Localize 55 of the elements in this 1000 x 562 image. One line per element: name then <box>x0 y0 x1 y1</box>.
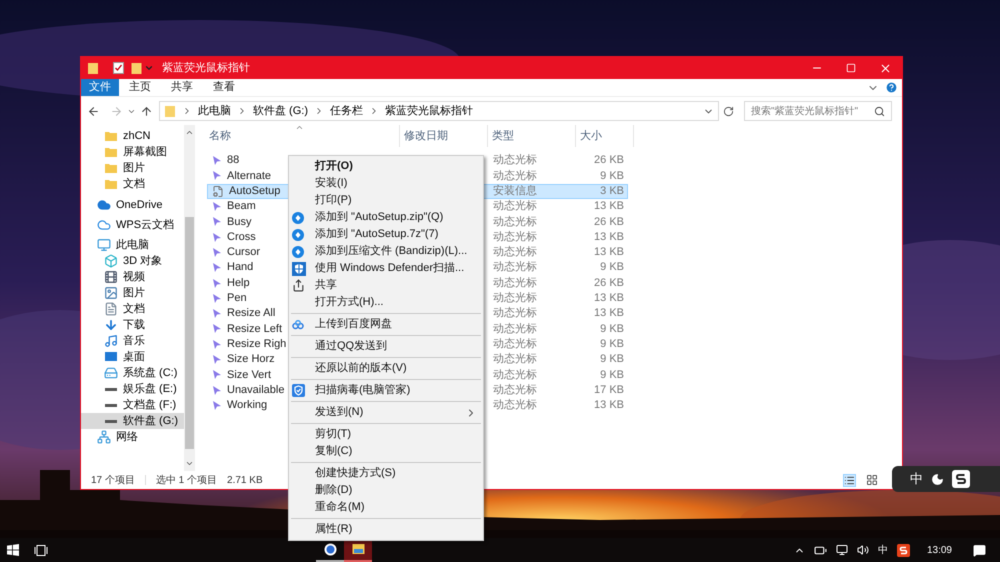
file-size: 13 KB <box>593 199 624 214</box>
file-size: 9 KB <box>599 260 624 276</box>
file-size: 9 KB <box>599 352 624 368</box>
file-name: Beam <box>227 199 256 214</box>
file-type: 动态光标 <box>493 214 538 230</box>
file-size: 9 KB <box>599 336 624 352</box>
file-name: Resize Righ <box>227 336 286 352</box>
file-type: 动态光标 <box>493 290 538 306</box>
file-size: 9 KB <box>599 168 624 184</box>
file-type: 动态光标 <box>493 152 538 168</box>
file-size: 26 KB <box>593 153 624 168</box>
file-size: 13 KB <box>593 306 624 322</box>
file-name: Alternate <box>227 168 272 184</box>
file-type: 动态光标 <box>493 352 538 368</box>
file-name: Unavailable <box>227 382 284 398</box>
file-name: Size Vert <box>227 368 272 383</box>
file-type: 安装信息 <box>493 184 538 199</box>
file-type: 动态光标 <box>493 244 538 260</box>
file-name: Busy <box>227 214 252 230</box>
file-size: 26 KB <box>593 276 624 291</box>
file-size: 9 KB <box>599 322 624 337</box>
file-name: Resize All <box>227 306 276 322</box>
file-size: 3 KB <box>599 184 624 199</box>
file-name: Working <box>227 398 268 414</box>
file-type: 动态光标 <box>493 276 538 291</box>
file-type: 动态光标 <box>493 230 538 245</box>
file-type: 动态光标 <box>493 322 538 337</box>
file-type: 动态光标 <box>493 398 538 414</box>
file-type: 动态光标 <box>493 198 538 214</box>
file-name: 88 <box>227 153 240 168</box>
window-title: 紫蓝荧光鼠标指针 <box>162 60 250 76</box>
file-size: 13 KB <box>593 291 624 306</box>
file-type: 动态光标 <box>493 336 538 352</box>
file-size: 17 KB <box>593 382 624 398</box>
file-type: 动态光标 <box>493 306 538 322</box>
file-size: 13 KB <box>593 398 624 414</box>
file-name: Resize Left <box>227 322 282 337</box>
file-name: Hand <box>227 260 254 276</box>
file-type: 动态光标 <box>493 260 538 276</box>
file-name: Cursor <box>227 245 260 260</box>
file-type: 动态光标 <box>493 382 538 398</box>
item-count: 17 个项目 <box>91 474 135 488</box>
selection-size: 2.71 KB <box>227 474 263 488</box>
file-name: Pen <box>227 291 247 306</box>
file-name: Help <box>227 276 250 291</box>
file-name: Size Horz <box>227 352 275 368</box>
file-name: AutoSetup <box>229 184 280 199</box>
selection-count: 选中 1 个项目 <box>156 474 218 488</box>
file-size: 26 KB <box>593 214 624 230</box>
file-name: Cross <box>227 230 256 245</box>
file-type: 动态光标 <box>493 368 538 383</box>
file-size: 13 KB <box>593 230 624 245</box>
file-size: 13 KB <box>593 245 624 260</box>
file-type: 动态光标 <box>493 168 538 184</box>
file-size: 9 KB <box>599 368 624 383</box>
